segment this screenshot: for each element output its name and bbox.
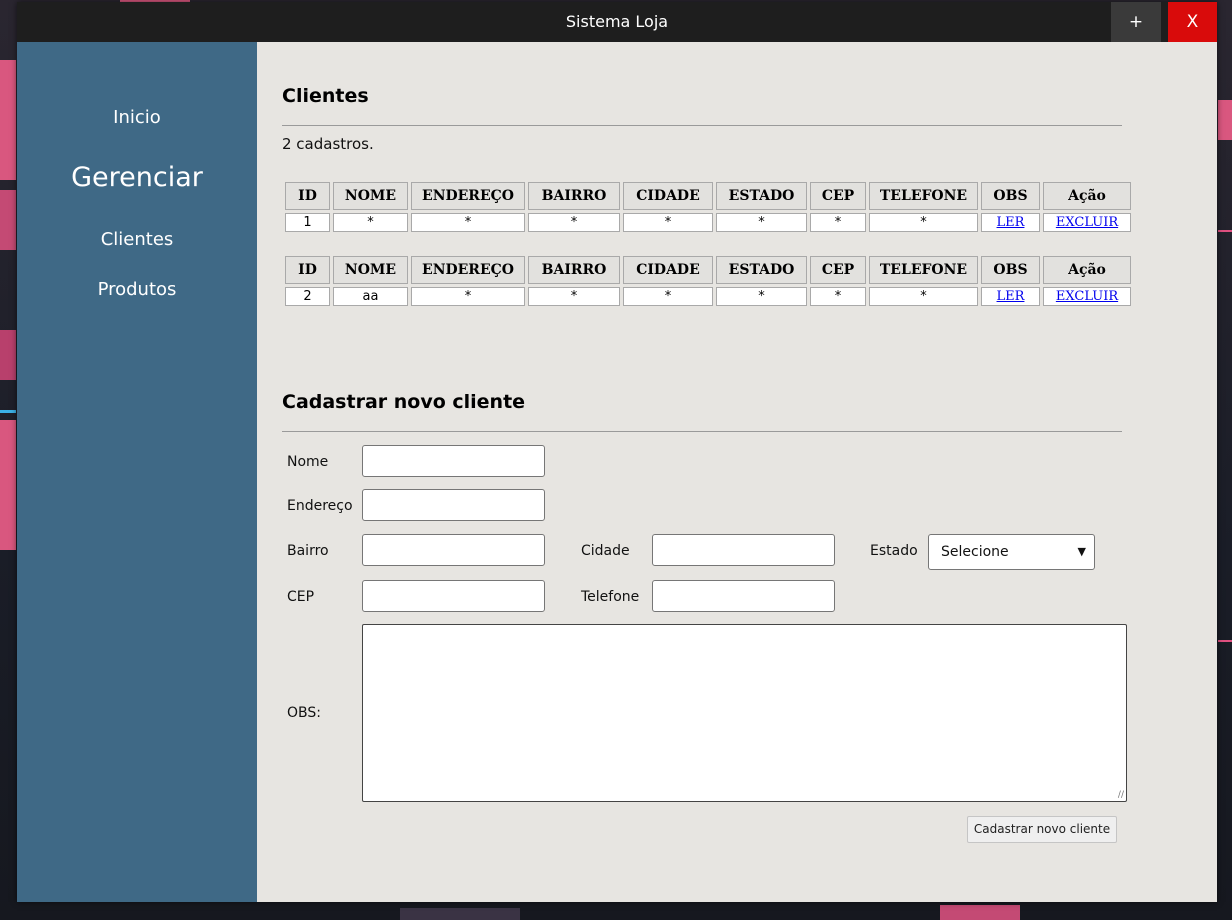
column-header-id: ID	[285, 256, 330, 284]
cell-nome: aa	[333, 287, 408, 306]
column-header-acao: Ação	[1043, 182, 1131, 210]
cell-nome: *	[333, 213, 408, 232]
obs-label: OBS:	[287, 705, 321, 721]
cell-cidade: *	[623, 213, 713, 232]
client-record-table: ID NOME ENDEREÇO BAIRRO CIDADE ESTADO CE…	[282, 253, 1134, 309]
column-header-obs: OBS	[981, 182, 1040, 210]
cell-endereco: *	[411, 287, 525, 306]
cell-endereco: *	[411, 213, 525, 232]
cell-cep: *	[810, 213, 866, 232]
table-row: 1 * * * * * * * LER EXCLUIR	[285, 213, 1131, 232]
cell-estado: *	[716, 213, 807, 232]
sidebar-item-gerenciar[interactable]: Gerenciar	[17, 162, 257, 193]
new-window-button[interactable]: +	[1111, 2, 1161, 42]
column-header-estado: ESTADO	[716, 256, 807, 284]
column-header-telefone: TELEFONE	[869, 256, 978, 284]
cell-obs: LER	[981, 287, 1040, 306]
sidebar-item-inicio[interactable]: Inicio	[17, 107, 257, 128]
obs-textarea[interactable]: ∕∕	[362, 624, 1127, 802]
estado-selected-value: Selecione	[941, 544, 1009, 560]
client-record-table: ID NOME ENDEREÇO BAIRRO CIDADE ESTADO CE…	[282, 179, 1134, 235]
cell-cep: *	[810, 287, 866, 306]
title-bar: Sistema Loja + X	[17, 2, 1217, 42]
table-header-row: ID NOME ENDEREÇO BAIRRO CIDADE ESTADO CE…	[285, 256, 1131, 284]
cell-id: 2	[285, 287, 330, 306]
cell-bairro: *	[528, 287, 620, 306]
column-header-nome: NOME	[333, 256, 408, 284]
cell-telefone: *	[869, 287, 978, 306]
clients-section-title: Clientes	[282, 85, 369, 107]
cell-telefone: *	[869, 213, 978, 232]
chevron-down-icon: ▼	[1077, 545, 1086, 558]
cell-obs: LER	[981, 213, 1040, 232]
cell-estado: *	[716, 287, 807, 306]
column-header-estado: ESTADO	[716, 182, 807, 210]
main-content: Clientes 2 cadastros. ID NOME ENDEREÇO B…	[257, 42, 1217, 902]
cell-cidade: *	[623, 287, 713, 306]
window-title: Sistema Loja	[565, 12, 669, 31]
column-header-endereco: ENDEREÇO	[411, 256, 525, 284]
cell-bairro: *	[528, 213, 620, 232]
cell-acao: EXCLUIR	[1043, 213, 1131, 232]
estado-label: Estado	[870, 543, 918, 559]
table-row: 2 aa * * * * * * LER EXCLUIR	[285, 287, 1131, 306]
column-header-bairro: BAIRRO	[528, 256, 620, 284]
telefone-field[interactable]	[652, 580, 835, 612]
divider	[282, 431, 1122, 432]
read-obs-link[interactable]: LER	[997, 215, 1025, 230]
nome-field[interactable]	[362, 445, 545, 477]
column-header-telefone: TELEFONE	[869, 182, 978, 210]
column-header-cidade: CIDADE	[623, 182, 713, 210]
column-header-endereco: ENDEREÇO	[411, 182, 525, 210]
bairro-label: Bairro	[287, 543, 329, 559]
endereco-field[interactable]	[362, 489, 545, 521]
column-header-cidade: CIDADE	[623, 256, 713, 284]
telefone-label: Telefone	[581, 589, 640, 605]
estado-select[interactable]: Selecione ▼	[928, 534, 1095, 570]
column-header-cep: CEP	[810, 182, 866, 210]
sidebar: Inicio Gerenciar Clientes Produtos	[17, 42, 257, 902]
register-client-button[interactable]: Cadastrar novo cliente	[967, 816, 1117, 843]
record-count: 2 cadastros.	[282, 135, 374, 153]
delete-link[interactable]: EXCLUIR	[1056, 289, 1118, 304]
sidebar-item-produtos[interactable]: Produtos	[17, 279, 257, 300]
nome-label: Nome	[287, 454, 329, 470]
register-section-title: Cadastrar novo cliente	[282, 391, 526, 413]
cidade-label: Cidade	[581, 543, 630, 559]
cell-acao: EXCLUIR	[1043, 287, 1131, 306]
cell-id: 1	[285, 213, 330, 232]
close-button[interactable]: X	[1168, 2, 1217, 42]
cep-field[interactable]	[362, 580, 545, 612]
column-header-cep: CEP	[810, 256, 866, 284]
read-obs-link[interactable]: LER	[997, 289, 1025, 304]
app-window: Sistema Loja + X Inicio Gerenciar Client…	[17, 2, 1217, 902]
delete-link[interactable]: EXCLUIR	[1056, 215, 1118, 230]
bairro-field[interactable]	[362, 534, 545, 566]
column-header-acao: Ação	[1043, 256, 1131, 284]
resize-grip-icon[interactable]: ∕∕	[1118, 790, 1124, 800]
sidebar-item-clientes[interactable]: Clientes	[17, 229, 257, 250]
column-header-bairro: BAIRRO	[528, 182, 620, 210]
column-header-nome: NOME	[333, 182, 408, 210]
cep-label: CEP	[287, 589, 315, 605]
divider	[282, 125, 1122, 126]
table-header-row: ID NOME ENDEREÇO BAIRRO CIDADE ESTADO CE…	[285, 182, 1131, 210]
column-header-id: ID	[285, 182, 330, 210]
endereco-label: Endereço	[287, 498, 353, 514]
cidade-field[interactable]	[652, 534, 835, 566]
column-header-obs: OBS	[981, 256, 1040, 284]
